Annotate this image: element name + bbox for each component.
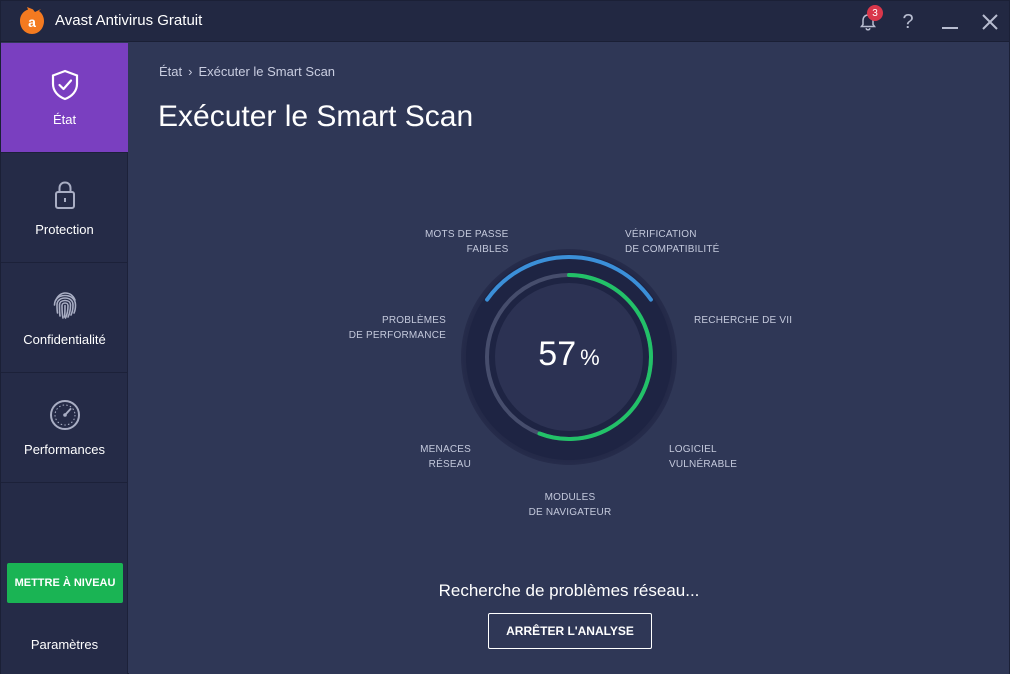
sidebar-item-label: Confidentialité (23, 332, 106, 347)
scan-step-browser-modules: MODULES DE NAVIGATEUR (528, 492, 612, 518)
avast-logo-icon: a (20, 7, 44, 34)
scan-step-virus-search: RECHERCHE DE VII (694, 315, 793, 326)
minimize-icon[interactable] (937, 9, 963, 35)
sidebar-item-protection[interactable]: Protection (1, 153, 128, 263)
progress-unit: % (580, 345, 600, 370)
sidebar: État Protection Confidentialité Performa… (1, 43, 128, 674)
app-title: Avast Antivirus Gratuit (55, 12, 203, 29)
notification-count-badge: 3 (867, 5, 883, 21)
title-bar: a Avast Antivirus Gratuit 3 ? (1, 1, 1009, 42)
sidebar-item-label: Protection (35, 222, 94, 237)
scan-status-text: Recherche de problèmes réseau... (438, 581, 700, 600)
breadcrumb: État › Exécuter le Smart Scan (159, 64, 335, 79)
close-icon[interactable] (977, 9, 1003, 35)
upgrade-button[interactable]: METTRE À NIVEAU (7, 563, 123, 603)
help-icon[interactable]: ? (895, 9, 921, 35)
app-window: a Avast Antivirus Gratuit 3 ? État Prote… (0, 0, 1010, 674)
sidebar-item-confidentialite[interactable]: Confidentialité (1, 263, 128, 373)
lock-icon (54, 181, 75, 209)
scan-step-vulnerable-software: LOGICIEL VULNÉRABLE (669, 444, 738, 470)
main-panel: État › Exécuter le Smart Scan Exécuter le … (129, 43, 1009, 674)
sidebar-item-label: État (52, 112, 77, 127)
shield-check-icon (51, 69, 78, 101)
scan-progress-percent: 57% (460, 335, 678, 374)
svg-text:a: a (28, 14, 36, 30)
breadcrumb-current: Exécuter le Smart Scan (198, 64, 336, 79)
stop-scan-button[interactable]: ARRÊTER L'ANALYSE (488, 613, 652, 649)
sidebar-item-label: Performances (24, 442, 105, 457)
breadcrumb-separator: › (188, 64, 193, 79)
progress-value: 57 (538, 335, 577, 373)
scan-step-performance-issues: PROBLÈMES DE PERFORMANCE (348, 315, 446, 341)
sidebar-item-etat[interactable]: État (1, 43, 128, 153)
fingerprint-icon (53, 292, 76, 319)
breadcrumb-root-link[interactable]: État (159, 64, 182, 79)
page-title: Exécuter le Smart Scan (158, 100, 474, 133)
settings-link[interactable]: Paramètres (1, 637, 128, 652)
sidebar-item-performances[interactable]: Performances (1, 373, 128, 483)
speedometer-icon (49, 400, 80, 430)
